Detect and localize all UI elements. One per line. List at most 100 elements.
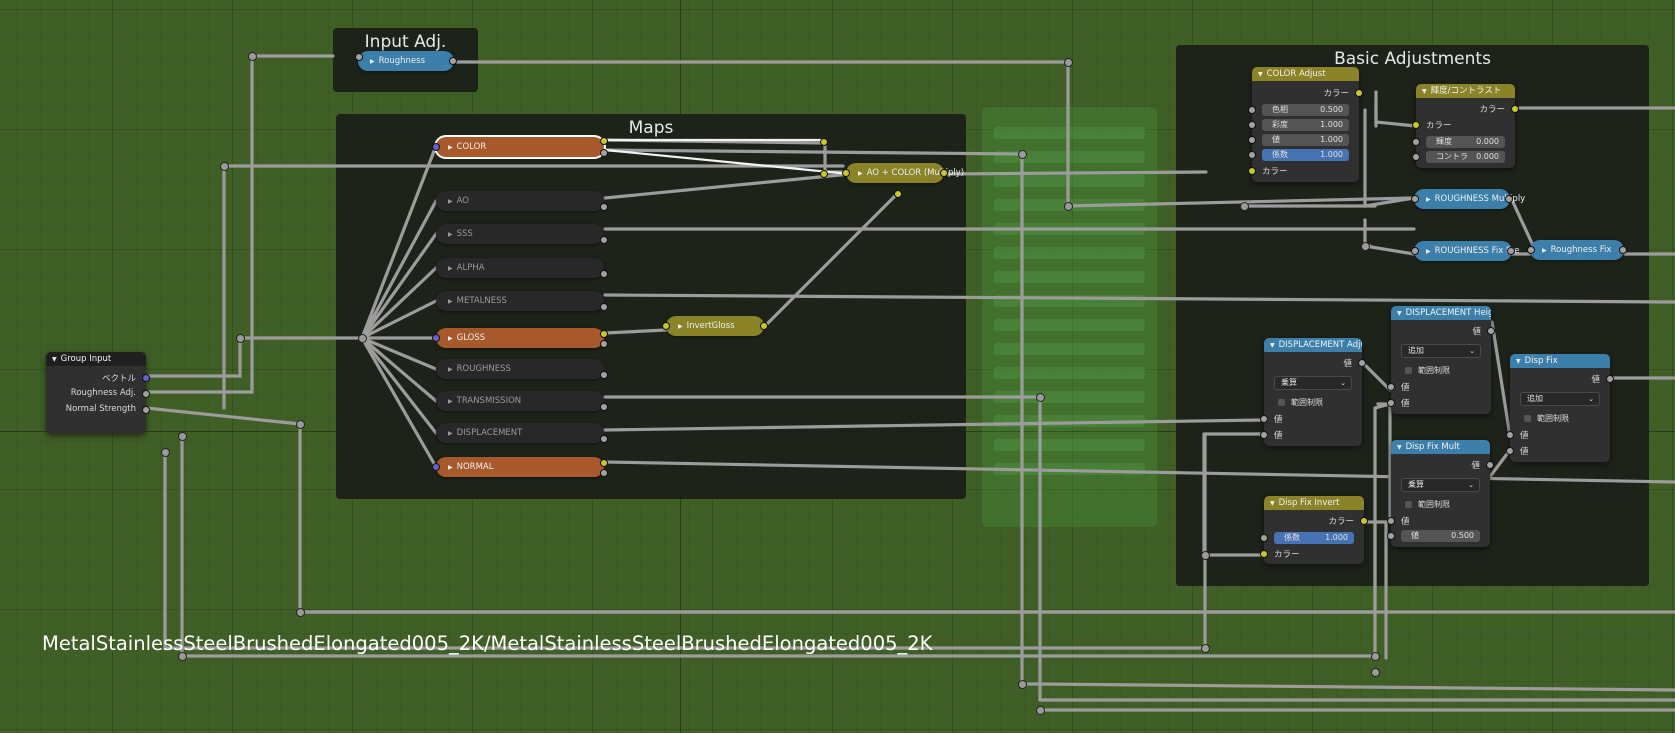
expand-triangle-icon[interactable]: ▶ xyxy=(448,144,453,151)
output-socket[interactable] xyxy=(142,390,150,398)
input-socket[interactable] xyxy=(1412,153,1420,161)
reroute-socket[interactable] xyxy=(820,170,828,178)
clamp-checkbox[interactable]: 範囲制限 xyxy=(1405,365,1450,376)
clamp-checkbox[interactable]: 範囲制限 xyxy=(1278,397,1323,408)
output-socket[interactable] xyxy=(600,469,608,477)
reroute-dot[interactable] xyxy=(1371,652,1380,661)
collapse-triangle-icon[interactable]: ▼ xyxy=(1270,500,1275,507)
input-socket[interactable] xyxy=(1260,415,1268,423)
output-socket[interactable] xyxy=(940,169,948,177)
displacement-height-node[interactable]: ▼DISPLACEMENT Height 値 追加 ⌄ 範囲制限 値 値 xyxy=(1387,306,1495,414)
expand-triangle-icon[interactable]: ▶ xyxy=(448,231,453,238)
output-socket[interactable] xyxy=(894,190,902,198)
factor-field[interactable]: 係数 1.000 xyxy=(1262,149,1349,161)
output-socket[interactable] xyxy=(142,406,150,414)
displacement-adjust-node[interactable]: ▼DISPLACEMENT Adjust 値 乗算 ⌄ 範囲制限 値 値 xyxy=(1260,338,1366,446)
output-socket[interactable] xyxy=(1507,247,1515,255)
reroute-dot[interactable] xyxy=(1201,551,1210,560)
output-socket[interactable] xyxy=(600,403,608,411)
expand-triangle-icon[interactable]: ▶ xyxy=(448,265,453,272)
collapse-triangle-icon[interactable]: ▼ xyxy=(1422,88,1427,95)
map-node-displacement[interactable]: ▶ DISPLACEMENT xyxy=(436,423,608,443)
collapse-triangle-icon[interactable]: ▼ xyxy=(1397,310,1402,317)
output-socket[interactable] xyxy=(600,270,608,278)
collapse-triangle-icon[interactable]: ▼ xyxy=(1270,342,1275,349)
map-node-sss[interactable]: ▶ SSS xyxy=(436,224,608,244)
expand-triangle-icon[interactable]: ▶ xyxy=(858,170,863,177)
collapse-triangle-icon[interactable]: ▼ xyxy=(52,356,57,363)
input-socket[interactable] xyxy=(1387,532,1395,540)
contrast-field[interactable]: コントラ 0.000 xyxy=(1426,151,1505,163)
input-socket[interactable] xyxy=(1387,517,1395,525)
input-socket[interactable] xyxy=(1248,167,1256,175)
input-socket[interactable] xyxy=(1248,106,1256,114)
input-socket[interactable] xyxy=(1387,383,1395,391)
expand-triangle-icon[interactable]: ▶ xyxy=(448,366,453,373)
output-socket[interactable] xyxy=(1487,327,1495,335)
input-socket[interactable] xyxy=(1260,550,1268,558)
roughness-fix-node[interactable]: ▶ Roughness Fix xyxy=(1527,240,1627,260)
disp-fix-node[interactable]: ▼ Disp Fix 値 追加 ⌄ 範囲制限 値 値 xyxy=(1506,354,1614,462)
input-socket[interactable] xyxy=(1260,534,1268,542)
disp-fix-mult-node[interactable]: ▼ Disp Fix Mult 値 乗算 ⌄ 範囲制限 値 値 0.500 xyxy=(1387,440,1494,547)
output-socket[interactable] xyxy=(600,459,608,467)
node-editor-canvas[interactable]: Input Adj. Maps Basic Adjustments ▼ Grou… xyxy=(0,0,1675,733)
reroute-dot[interactable] xyxy=(220,162,229,171)
map-node-gloss[interactable]: ▶ GLOSS xyxy=(432,328,608,348)
map-node-roughness[interactable]: ▶ ROUGHNESS xyxy=(436,359,608,379)
reroute-dot[interactable] xyxy=(1361,242,1370,251)
input-socket[interactable] xyxy=(1248,136,1256,144)
brightness-field[interactable]: 輝度 0.000 xyxy=(1426,136,1505,148)
reroute-dot[interactable] xyxy=(178,432,187,441)
output-socket[interactable] xyxy=(600,435,608,443)
invert-gloss-node[interactable]: ▶ InvertGloss xyxy=(662,316,768,336)
mix-node-ao-color-multiply[interactable]: ▶ AO + COLOR (Multiply) xyxy=(842,163,964,183)
output-socket[interactable] xyxy=(760,322,768,330)
clamp-checkbox[interactable]: 範囲制限 xyxy=(1405,499,1450,510)
output-socket[interactable] xyxy=(600,137,608,145)
input-socket[interactable] xyxy=(432,334,440,342)
output-socket[interactable] xyxy=(600,371,608,379)
input-socket[interactable] xyxy=(1412,138,1420,146)
output-socket[interactable] xyxy=(142,374,150,382)
map-node-transmission[interactable]: ▶ TRANSMISSION xyxy=(436,391,608,411)
input-socket[interactable] xyxy=(1387,399,1395,407)
reroute-dot[interactable] xyxy=(358,334,367,343)
output-socket[interactable] xyxy=(1619,246,1627,254)
input-socket[interactable] xyxy=(432,143,440,151)
input-socket[interactable] xyxy=(662,322,670,330)
input-socket[interactable] xyxy=(1527,246,1535,254)
reroute-dot[interactable] xyxy=(1201,644,1210,653)
input-socket[interactable] xyxy=(1506,447,1514,455)
reroute-dot[interactable] xyxy=(1371,668,1380,677)
output-socket[interactable] xyxy=(449,57,457,65)
hue-field[interactable]: 色相 0.500 xyxy=(1262,104,1349,116)
reroute-dot[interactable] xyxy=(1036,393,1045,402)
expand-triangle-icon[interactable]: ▶ xyxy=(448,335,453,342)
reroute-socket[interactable] xyxy=(820,138,828,146)
operation-select[interactable]: 乗算 ⌄ xyxy=(1274,376,1352,390)
input-socket[interactable] xyxy=(1411,195,1419,203)
reroute-dot[interactable] xyxy=(1064,202,1073,211)
input-socket[interactable] xyxy=(432,463,440,471)
disp-fix-invert-node[interactable]: ▼ Disp Fix Invert カラー 係数 1.000 カラー xyxy=(1260,496,1368,564)
operation-select[interactable]: 乗算 ⌄ xyxy=(1401,478,1480,492)
reroute-dot[interactable] xyxy=(1018,680,1027,689)
output-socket[interactable] xyxy=(1360,517,1368,525)
input-socket[interactable] xyxy=(1248,151,1256,159)
operation-select[interactable]: 追加 ⌄ xyxy=(1520,392,1600,406)
reroute-dot[interactable] xyxy=(248,52,257,61)
color-adjust-node[interactable]: ▼ COLOR Adjust カラー 色相 0.500 彩度 1.000 値 1.000… xyxy=(1248,67,1363,182)
operation-select[interactable]: 追加 ⌄ xyxy=(1401,344,1481,358)
reroute-dot[interactable] xyxy=(1036,706,1045,715)
output-socket[interactable] xyxy=(600,330,608,338)
input-socket[interactable] xyxy=(1411,247,1419,255)
roughness-fix-pre-node[interactable]: ▶ ROUGHNESS Fix Pre xyxy=(1411,241,1520,261)
expand-triangle-icon[interactable]: ▶ xyxy=(678,323,683,330)
expand-triangle-icon[interactable]: ▶ xyxy=(1542,247,1547,254)
input-socket[interactable] xyxy=(355,53,363,61)
input-socket[interactable] xyxy=(1412,121,1420,129)
output-socket[interactable] xyxy=(1358,359,1366,367)
output-socket[interactable] xyxy=(600,340,608,348)
map-node-metalness[interactable]: ▶ METALNESS xyxy=(436,291,608,311)
